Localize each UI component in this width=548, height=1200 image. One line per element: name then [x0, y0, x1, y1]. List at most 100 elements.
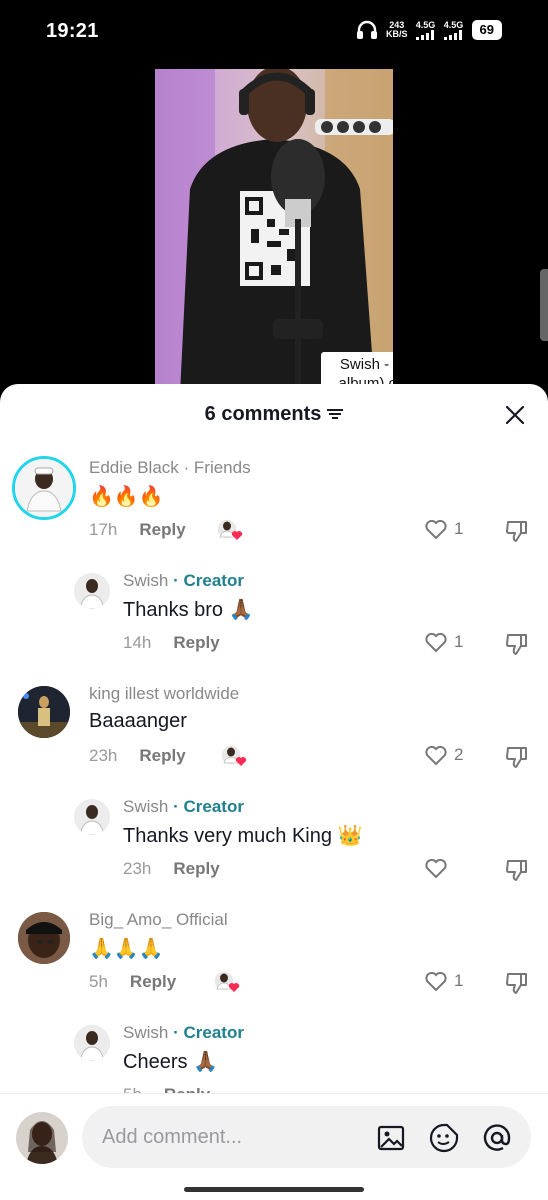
comment-text: 🔥🔥🔥 — [89, 486, 164, 508]
net-speed: 243 KB/S — [386, 20, 408, 39]
liked-by-creator-badge — [220, 744, 248, 768]
creator-heart-icon — [213, 970, 240, 992]
like-count: 1 — [454, 632, 464, 651]
like-button[interactable]: 1 — [424, 970, 463, 992]
emoji-button[interactable] — [428, 1122, 460, 1154]
comment-text: Thanks very much King 👑 — [123, 825, 363, 847]
like-button[interactable]: 1 — [424, 631, 463, 653]
avatar[interactable] — [74, 573, 110, 609]
signal-2: 4.5G — [443, 20, 464, 40]
heart-outline-icon[interactable] — [424, 857, 448, 879]
avatar[interactable] — [74, 799, 110, 835]
reply-item: Swish · Creator Cheers 🙏🏾 5hReply — [0, 1021, 548, 1094]
comments-sheet: 6 comments Eddie Black · Friends 🔥🔥🔥 17h… — [0, 384, 548, 1200]
comment-text: Baaaanger — [89, 710, 187, 732]
comment-meta: 17h Reply — [89, 520, 186, 540]
heart-outline-icon[interactable] — [424, 970, 448, 992]
image-button[interactable] — [375, 1122, 407, 1154]
comment-author[interactable]: Swish · Creator — [123, 571, 244, 591]
comment-text: 🙏🙏🙏 — [89, 938, 164, 960]
mention-button[interactable] — [481, 1122, 513, 1154]
comment-input-container[interactable] — [82, 1106, 531, 1168]
avatar-image — [74, 1025, 110, 1061]
battery-indicator: 69 — [471, 20, 502, 40]
comment-meta: 23h Reply — [89, 746, 186, 766]
comment-author[interactable]: king illest worldwide — [89, 684, 239, 704]
like-button[interactable]: 1 — [424, 518, 463, 540]
close-button[interactable] — [498, 398, 532, 432]
like-count: 1 — [454, 971, 464, 990]
comment-author[interactable]: Big_ Amo_ Official — [89, 910, 228, 930]
comment-meta: 14h Reply — [123, 633, 220, 653]
comment-meta: 23h Reply — [123, 859, 220, 879]
comment-author[interactable]: Eddie Black · Friends — [89, 458, 251, 478]
like-count: 2 — [454, 745, 464, 764]
comment-item: Eddie Black · Friends 🔥🔥🔥 17h Reply 1 — [0, 456, 548, 556]
emoji-icon[interactable] — [429, 1123, 459, 1153]
comment-time: 23h — [89, 746, 118, 765]
image-icon[interactable] — [377, 1124, 405, 1152]
heart-outline-icon[interactable] — [424, 744, 448, 766]
dislike-icon[interactable] — [504, 970, 530, 996]
comments-list[interactable]: Eddie Black · Friends 🔥🔥🔥 17h Reply 1 Sw… — [0, 444, 548, 1094]
close-icon[interactable] — [505, 405, 525, 425]
comments-title-text: 6 comments — [204, 402, 322, 425]
like-button[interactable] — [424, 857, 454, 879]
comment-time: 23h — [123, 859, 152, 878]
reply-item: Swish · Creator Thanks very much King 👑 … — [0, 795, 548, 895]
comment-author[interactable]: Swish · Creator — [123, 1023, 244, 1043]
status-bar: 19:21 243 KB/S 4.5G 4.5G 69 — [0, 0, 548, 64]
dislike-icon[interactable] — [504, 744, 530, 770]
comment-item: king illest worldwide Baaaanger 23h Reply… — [0, 682, 548, 782]
side-handle[interactable] — [540, 269, 548, 341]
comment-input-bar — [0, 1093, 548, 1187]
comment-time: 17h — [89, 520, 118, 539]
avatar[interactable] — [18, 686, 70, 738]
comment-time: 5h — [89, 972, 108, 991]
comment-author[interactable]: Swish · Creator — [123, 797, 244, 817]
avatar-image — [16, 1112, 68, 1164]
avatar-image — [74, 799, 110, 835]
status-icons: 243 KB/S 4.5G 4.5G 69 — [356, 20, 502, 40]
comments-count-title[interactable]: 6 comments — [205, 403, 344, 426]
reply-item: Swish · Creator Thanks bro 🙏🏾 14h Reply 1 — [0, 569, 548, 669]
dislike-icon[interactable] — [504, 857, 530, 883]
heart-outline-icon[interactable] — [424, 631, 448, 653]
dislike-icon[interactable] — [504, 518, 530, 544]
avatar[interactable] — [12, 456, 76, 520]
like-button[interactable]: 2 — [424, 744, 463, 766]
creator-heart-icon — [220, 744, 247, 766]
reply-button[interactable]: Reply — [139, 746, 185, 765]
comment-text: Thanks bro 🙏🏾 — [123, 599, 254, 621]
video-thumbnail — [155, 69, 393, 394]
comment-input[interactable] — [102, 1122, 352, 1152]
avatar[interactable] — [18, 912, 70, 964]
heart-outline-icon[interactable] — [424, 518, 448, 540]
my-avatar[interactable] — [16, 1112, 68, 1164]
avatar-image — [15, 459, 73, 517]
creator-heart-icon — [216, 518, 243, 540]
filter-lines-icon[interactable] — [327, 407, 344, 421]
liked-by-creator-badge — [213, 970, 241, 994]
comment-text: Cheers 🙏🏾 — [123, 1051, 218, 1073]
signal-bars-icon — [415, 29, 434, 40]
comment-meta: 5h Reply — [89, 972, 176, 992]
like-count: 1 — [454, 519, 464, 538]
reply-button[interactable]: Reply — [173, 859, 219, 878]
comment-item: Big_ Amo_ Official 🙏🙏🙏 5h Reply 1 — [0, 908, 548, 1008]
video-frame[interactable]: Swish - Replay Value (new album) out on … — [155, 69, 393, 394]
headphones-icon — [357, 20, 378, 39]
reply-button[interactable]: Reply — [130, 972, 176, 991]
mention-icon[interactable] — [482, 1123, 512, 1153]
comment-time: 14h — [123, 633, 152, 652]
avatar[interactable] — [74, 1025, 110, 1061]
status-time: 19:21 — [46, 20, 99, 42]
comments-header: 6 comments — [0, 384, 548, 444]
reply-button[interactable]: Reply — [139, 520, 185, 539]
avatar-image — [18, 912, 70, 964]
video-player[interactable]: Swish - Replay Value (new album) out on … — [0, 64, 548, 394]
signal-bars-icon — [443, 29, 462, 40]
reply-button[interactable]: Reply — [173, 633, 219, 652]
dislike-icon[interactable] — [504, 631, 530, 657]
home-indicator[interactable] — [184, 1187, 364, 1192]
